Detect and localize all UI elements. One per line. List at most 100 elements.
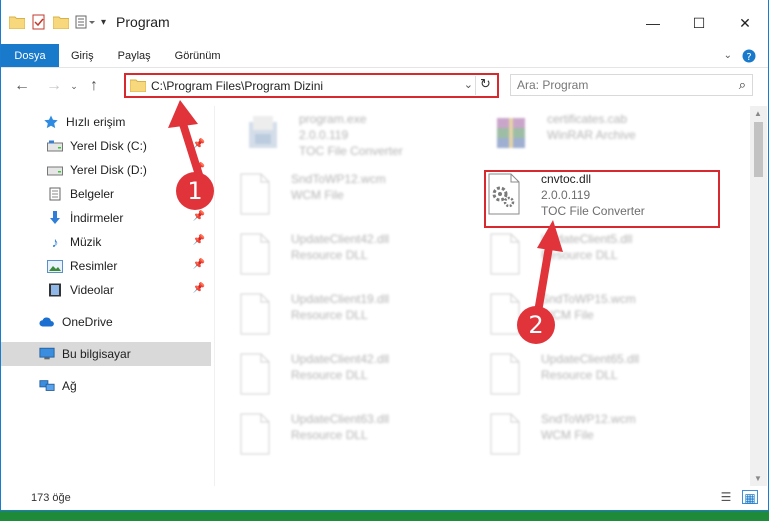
file-item[interactable]: UpdateClient5.dll Resource DLL [485, 232, 725, 284]
navigation-pane: Hızlı erişim Yerel Disk (C:) 📌 Yerel Dis… [1, 106, 211, 486]
file-icon [485, 412, 529, 460]
sidebar-item-label: Belgeler [70, 187, 115, 201]
address-bar[interactable]: C:\Program Files\Program Dizini ⌄ ↻ [124, 73, 499, 98]
tab-share[interactable]: Paylaş [106, 44, 163, 67]
tiles-view-icon[interactable]: ▦ [742, 490, 758, 505]
file-type: WinRAR Archive [547, 128, 636, 142]
file-name: certificates.cab [547, 112, 628, 126]
file-name: UpdateClient19.dll [291, 292, 390, 306]
address-folder-icon [130, 79, 146, 92]
view-options-icon[interactable] [75, 15, 95, 29]
file-highlight-box [484, 170, 720, 228]
sidebar-item-drive-c[interactable]: Yerel Disk (C:) 📌 [1, 134, 211, 158]
refresh-icon[interactable]: ↻ [475, 76, 495, 95]
sidebar-item-label: Yerel Disk (D:) [70, 163, 147, 177]
file-item[interactable]: UpdateClient42.dll Resource DLL [235, 232, 475, 284]
up-arrow-icon[interactable]: ↑ [83, 77, 105, 95]
file-type: Resource DLL [541, 368, 618, 382]
tab-view[interactable]: Görünüm [163, 44, 233, 67]
file-item[interactable]: UpdateClient42.dll Resource DLL [235, 352, 475, 404]
scroll-down-icon[interactable]: ▼ [754, 474, 762, 483]
file-icon [235, 292, 279, 340]
sidebar-item-network[interactable]: Ağ [1, 374, 211, 398]
computer-icon [39, 347, 55, 361]
pin-icon[interactable]: 📌 [193, 211, 205, 222]
callout-1: 1 [176, 172, 214, 210]
item-count: 173 öğe [31, 492, 71, 504]
back-arrow-icon[interactable]: ← [11, 77, 33, 95]
file-item[interactable]: SndToWP12.wcm WCM File [485, 412, 725, 464]
file-name: SndToWP12.wcm [291, 172, 386, 186]
file-name: UpdateClient65.dll [541, 352, 640, 366]
customize-toolbar-icon[interactable]: ▾ [101, 17, 106, 28]
expand-ribbon-icon[interactable]: ⌄ [724, 50, 732, 61]
properties-icon[interactable] [31, 14, 47, 30]
file-icon [235, 172, 279, 220]
tab-home[interactable]: Giriş [59, 44, 106, 67]
file-description: TOC File Converter [299, 144, 403, 158]
pin-icon[interactable]: 📌 [193, 139, 205, 150]
sidebar-item-downloads[interactable]: İndirmeler 📌 [1, 206, 211, 230]
file-type: WCM File [541, 428, 594, 442]
search-input[interactable]: Ara: Program ⌕ [510, 74, 753, 96]
sidebar-item-pictures[interactable]: Resimler 📌 [1, 254, 211, 278]
file-item[interactable]: UpdateClient19.dll Resource DLL [235, 292, 475, 344]
file-icon [485, 352, 529, 400]
file-name: UpdateClient5.dll [541, 232, 633, 246]
status-bar: 173 öğe ☰ ▦ [1, 486, 768, 510]
network-icon [39, 379, 55, 393]
navigation-bar: ← → ⌄ ↑ C:\Program Files\Program Dizini … [1, 70, 768, 102]
file-name: SndToWP15.wcm [541, 292, 636, 306]
exe-icon [243, 112, 287, 160]
pin-icon[interactable]: 📌 [193, 259, 205, 270]
maximize-button[interactable]: ☐ [676, 10, 722, 36]
archive-icon [491, 112, 535, 160]
tab-file[interactable]: Dosya [1, 44, 59, 67]
scroll-up-icon[interactable]: ▲ [754, 109, 762, 118]
details-view-icon[interactable]: ☰ [718, 490, 734, 504]
explorer-window: ▾ Program — ☐ ✕ Dosya Giriş Paylaş Görün… [0, 0, 769, 511]
new-folder-icon[interactable] [53, 15, 69, 29]
sidebar-item-onedrive[interactable]: OneDrive [1, 310, 211, 334]
sidebar-item-this-pc[interactable]: Bu bilgisayar [1, 342, 211, 366]
file-type: WCM File [541, 308, 594, 322]
file-name: UpdateClient42.dll [291, 232, 390, 246]
recent-locations-icon[interactable]: ⌄ [67, 81, 81, 92]
search-placeholder: Ara: Program [517, 78, 589, 92]
star-icon [43, 115, 59, 129]
file-item[interactable]: program.exe 2.0.0.119 TOC File Converter [243, 112, 483, 164]
scrollbar-thumb[interactable] [754, 122, 763, 177]
file-type: Resource DLL [541, 248, 618, 262]
ribbon: Dosya Giriş Paylaş Görünüm ⌄ ? [1, 44, 768, 68]
forward-arrow-icon[interactable]: → [43, 77, 65, 95]
cloud-icon [39, 315, 55, 329]
close-button[interactable]: ✕ [722, 10, 768, 36]
pin-icon[interactable]: 📌 [193, 283, 205, 294]
pane-divider [214, 106, 215, 486]
help-icon[interactable]: ? [742, 49, 756, 63]
file-type: Resource DLL [291, 308, 368, 322]
file-icon [235, 352, 279, 400]
vertical-scrollbar[interactable]: ▲ ▼ [750, 106, 767, 486]
window-title: Program [116, 14, 170, 30]
title-bar: ▾ Program — ☐ ✕ [1, 0, 768, 44]
sidebar-item-label: OneDrive [62, 315, 113, 329]
file-icon [235, 412, 279, 460]
sidebar-item-label: Videolar [70, 283, 114, 297]
address-path[interactable]: C:\Program Files\Program Dizini [151, 79, 323, 93]
pictures-icon [47, 259, 63, 273]
search-icon[interactable]: ⌕ [739, 77, 746, 93]
sidebar-item-videos[interactable]: Videolar 📌 [1, 278, 211, 302]
sidebar-item-music[interactable]: ♪ Müzik 📌 [1, 230, 211, 254]
sidebar-item-quick-access[interactable]: Hızlı erişim [1, 110, 211, 134]
pin-icon[interactable]: 📌 [193, 235, 205, 246]
file-item[interactable]: UpdateClient65.dll Resource DLL [485, 352, 725, 404]
address-dropdown-icon[interactable]: ⌄ [464, 78, 473, 91]
file-item[interactable]: certificates.cab WinRAR Archive [491, 112, 731, 164]
file-item[interactable]: SndToWP12.wcm WCM File [235, 172, 475, 224]
folder-icon [9, 15, 25, 29]
file-item[interactable]: UpdateClient63.dll Resource DLL [235, 412, 475, 464]
minimize-button[interactable]: — [630, 10, 676, 36]
videos-icon [47, 283, 63, 297]
music-icon: ♪ [51, 234, 59, 250]
